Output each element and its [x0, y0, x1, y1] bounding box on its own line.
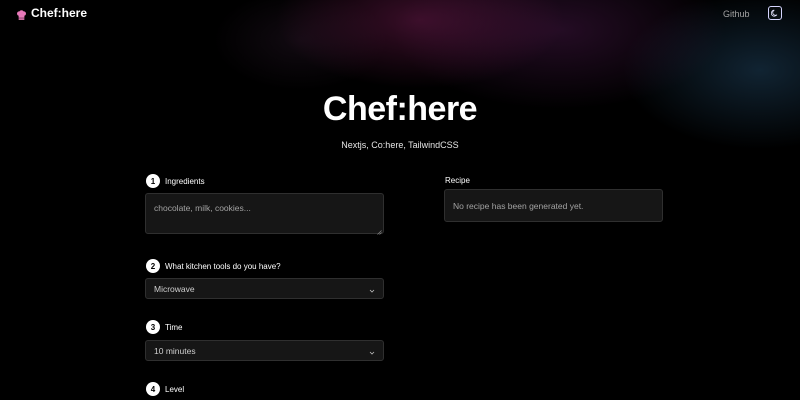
ingredients-textarea[interactable]: chocolate, milk, cookies... [145, 193, 384, 235]
background-glow [0, 0, 800, 400]
step-label: Level [165, 384, 185, 394]
ingredients-placeholder: chocolate, milk, cookies... [154, 203, 251, 213]
step-level-label: 4 Level [146, 382, 184, 396]
kitchen-tools-select[interactable]: Microwave [145, 278, 384, 299]
chevron-down-icon [369, 286, 375, 293]
recipe-empty-text: No recipe has been generated yet. [453, 200, 584, 211]
step-label: What kitchen tools do you have? [165, 261, 281, 271]
time-select[interactable]: 10 minutes [145, 340, 384, 361]
resize-handle-icon[interactable] [377, 227, 382, 235]
theme-toggle-button[interactable] [768, 6, 782, 20]
page-title: Chef:here [322, 90, 478, 128]
chef-hat-icon [16, 8, 27, 20]
header: Chef:here Github [0, 0, 800, 30]
page: Chef:here Github Chef:here Nextjs, Co:he… [0, 0, 800, 400]
step-number-badge: 3 [146, 320, 160, 334]
step-number-badge: 4 [146, 382, 160, 396]
moon-icon [770, 4, 779, 22]
step-kitchen-tools-label: 2 What kitchen tools do you have? [146, 259, 281, 273]
step-number-badge: 1 [146, 174, 160, 188]
step-label: Ingredients [165, 176, 205, 186]
chevron-down-icon [369, 348, 375, 355]
brand[interactable]: Chef:here [16, 6, 87, 20]
page-subtitle: Nextjs, Co:here, TailwindCSS [341, 140, 459, 150]
step-label: Time [165, 322, 183, 332]
recipe-label: Recipe [445, 176, 470, 185]
kitchen-tools-value: Microwave [154, 283, 195, 294]
recipe-output: No recipe has been generated yet. [444, 189, 663, 222]
time-value: 10 minutes [154, 345, 196, 356]
step-number-badge: 2 [146, 259, 160, 273]
step-time-label: 3 Time [146, 320, 182, 334]
brand-title: Chef:here [31, 6, 88, 20]
github-link[interactable]: Github [723, 9, 750, 19]
step-ingredients-label: 1 Ingredients [146, 174, 205, 188]
